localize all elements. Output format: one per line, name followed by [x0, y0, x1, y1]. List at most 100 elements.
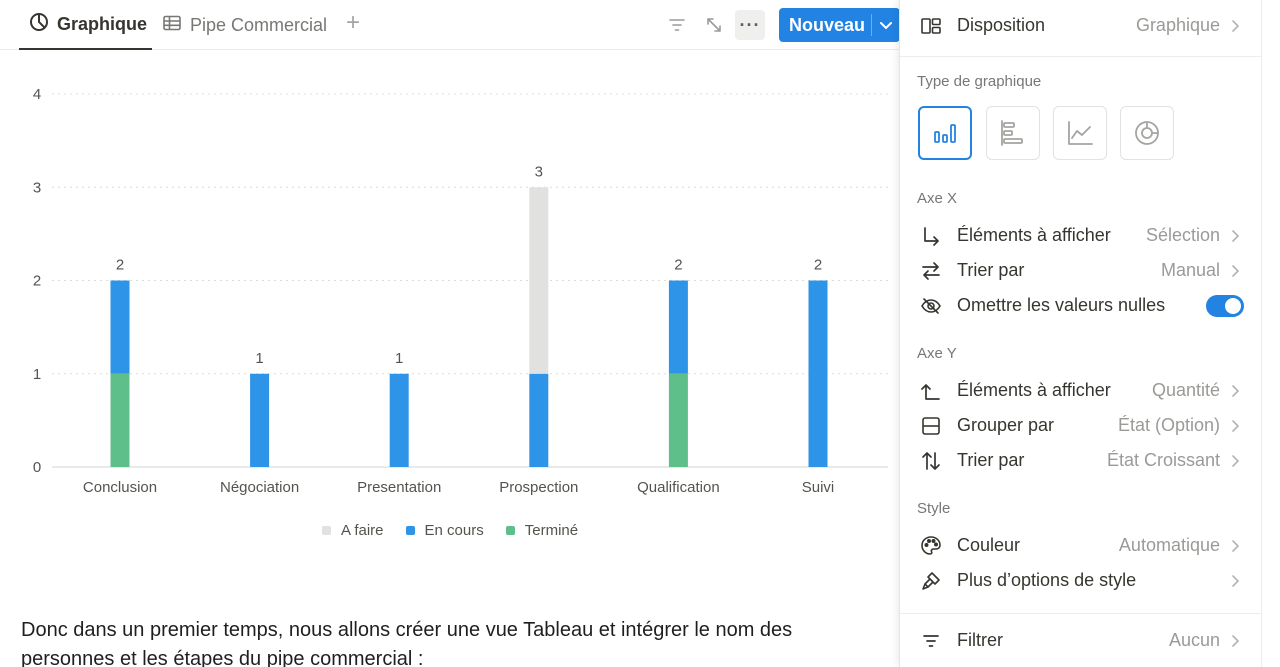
more-style-label: Plus d’options de style [957, 570, 1137, 590]
line-chart-icon[interactable] [1053, 106, 1107, 160]
y-axis-group-row[interactable]: Grouper par État (Option) [918, 408, 1244, 443]
filter-lines-icon [918, 630, 944, 652]
bar-segment[interactable] [668, 373, 688, 467]
palette-icon [918, 535, 944, 557]
vertical-bar-icon[interactable] [918, 106, 972, 160]
new-button[interactable]: Nouveau [779, 8, 900, 42]
sort-vertical-icon [918, 450, 944, 472]
filter-label: Filtrer [957, 630, 1003, 650]
tab-graphique-label: Graphique [57, 13, 148, 34]
body-paragraph: Donc dans un premier temps, nous allons … [21, 619, 793, 667]
x-axis-sort-value: Manual [1160, 260, 1220, 280]
chevron-right-icon [1226, 572, 1244, 590]
omit-nulls-row: Omettre les valeurs nulles [918, 288, 1244, 323]
color-label: Couleur [957, 535, 1021, 555]
legend-swatch [505, 526, 515, 535]
x-axis-show-value: Sélection [1145, 225, 1220, 245]
expand-icon[interactable] [699, 10, 729, 40]
chevron-right-icon [1226, 632, 1244, 650]
y-axis-show-value: Quantité [1151, 380, 1220, 400]
bar-total-label: 2 [116, 257, 124, 274]
chevron-right-icon [1226, 17, 1244, 35]
layout-label: Disposition [957, 15, 1046, 35]
chevron-down-icon[interactable] [877, 15, 895, 35]
legend-item-en-cours[interactable]: En cours [405, 522, 484, 539]
bar-segment[interactable] [668, 280, 688, 374]
more-style-row[interactable]: Plus d’options de style [918, 563, 1244, 598]
y-axis-sort-row[interactable]: Trier par État Croissant [918, 443, 1244, 478]
layout-row[interactable]: Disposition Graphique [918, 8, 1244, 43]
bar-segment[interactable] [529, 373, 549, 467]
x-axis-arrow-icon [918, 225, 944, 247]
bar-total-label: 2 [814, 257, 822, 274]
bar-segment[interactable] [529, 187, 549, 374]
color-row[interactable]: Couleur Automatique [918, 528, 1244, 563]
x-axis-sort-row[interactable]: Trier par Manual [918, 253, 1244, 288]
x-axis-show-label: Éléments à afficher [957, 225, 1111, 245]
y-axis-heading: Axe Y [917, 345, 957, 362]
y-axis-arrow-icon [918, 380, 944, 402]
filter-icon[interactable] [662, 10, 692, 40]
tab-pipe-commercial[interactable]: Pipe Commercial [162, 0, 327, 50]
brush-icon [918, 570, 944, 592]
new-button-separator [871, 14, 872, 36]
y-tick-label: 1 [33, 366, 41, 383]
omit-nulls-label: Omettre les valeurs nulles [957, 295, 1166, 315]
bar-segment[interactable] [389, 373, 409, 467]
chevron-right-icon [1226, 382, 1244, 400]
legend-item-a-faire[interactable]: A faire [322, 522, 384, 539]
y-tick-label: 2 [33, 273, 41, 290]
legend-item-termine[interactable]: Terminé [505, 522, 579, 539]
chevron-right-icon [1226, 452, 1244, 470]
x-tick-label: Négociation [220, 479, 299, 496]
bar-segment[interactable] [110, 280, 130, 374]
x-axis-show-row[interactable]: Éléments à afficher Sélection [918, 218, 1244, 253]
divider [900, 613, 1262, 614]
chevron-right-icon [1226, 417, 1244, 435]
bar-total-label: 3 [535, 163, 543, 180]
y-axis-sort-label: Trier par [957, 450, 1025, 470]
tab-graphique[interactable]: Graphique [19, 0, 152, 50]
chart-type-heading: Type de graphique [917, 73, 1042, 90]
chart-legend: A faire En cours Terminé [322, 522, 578, 539]
x-tick-label: Conclusion [83, 479, 157, 496]
y-tick-label: 4 [33, 86, 41, 103]
chevron-right-icon [1226, 537, 1244, 555]
style-heading: Style [917, 500, 951, 517]
chart-settings-panel: Disposition Graphique Type de graphique … [899, 0, 1262, 667]
plus-icon[interactable]: + [342, 11, 364, 35]
legend-label: Terminé [524, 522, 579, 539]
bar-segment[interactable] [250, 373, 270, 467]
toggle-knob [1225, 297, 1241, 314]
bar-segment[interactable] [808, 280, 828, 468]
x-axis-heading: Axe X [917, 190, 958, 207]
y-tick-label: 0 [33, 459, 41, 476]
omit-nulls-toggle[interactable] [1206, 294, 1244, 317]
x-tick-label: Prospection [499, 479, 578, 496]
legend-label: En cours [424, 522, 484, 539]
bar-segment[interactable] [110, 373, 130, 467]
page-scroll-gutter [1261, 0, 1280, 667]
chart-pie-icon [29, 12, 49, 37]
horizontal-bar-icon[interactable] [986, 106, 1040, 160]
filter-value: Aucun [1168, 630, 1220, 650]
y-axis-show-row[interactable]: Éléments à afficher Quantité [918, 373, 1244, 408]
chevron-right-icon [1226, 227, 1244, 245]
more-icon[interactable]: ··· [735, 10, 765, 40]
chevron-right-icon [1226, 262, 1244, 280]
y-axis-group-label: Grouper par [957, 415, 1055, 435]
donut-chart-icon[interactable] [1120, 106, 1174, 160]
layout-icon [918, 15, 944, 37]
y-axis-group-value: État (Option) [1117, 415, 1220, 435]
legend-swatch [322, 526, 331, 535]
filter-row[interactable]: Filtrer Aucun [918, 623, 1244, 658]
bar-total-label: 1 [255, 350, 263, 367]
legend-label: A faire [341, 522, 384, 539]
x-axis-sort-label: Trier par [957, 260, 1025, 280]
color-value: Automatique [1118, 535, 1220, 555]
tab-pipe-commercial-label: Pipe Commercial [190, 14, 328, 35]
bar-total-label: 2 [674, 257, 682, 274]
swap-horizontal-icon [918, 260, 944, 282]
group-icon [918, 415, 944, 437]
x-tick-label: Qualification [637, 479, 720, 496]
